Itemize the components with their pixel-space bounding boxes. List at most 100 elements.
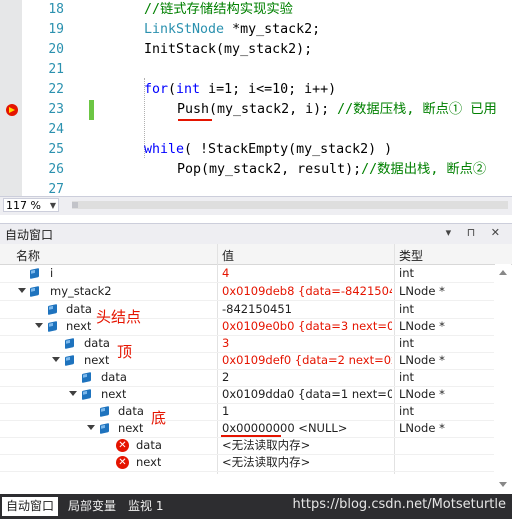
- code-line-20[interactable]: 20 InitStack(my_stack2);: [0, 40, 512, 60]
- code-line-21[interactable]: 21: [0, 60, 512, 80]
- row-type: LNode *: [399, 387, 445, 401]
- table-row[interactable]: next 0x0109e0b0 {data=3 next=0x01... LNo…: [0, 318, 494, 336]
- field-icon: [100, 406, 109, 417]
- code-comment: //数据压栈, 断点① 已用: [329, 102, 497, 117]
- tab-locals[interactable]: 局部变量: [64, 497, 120, 516]
- table-row[interactable]: ✕ data <无法读取内存>: [0, 437, 494, 455]
- expand-chevron-icon[interactable]: [35, 323, 43, 328]
- scroll-up-icon[interactable]: [499, 270, 507, 275]
- code-line-27[interactable]: 27: [0, 180, 512, 196]
- expand-chevron-icon[interactable]: [18, 288, 26, 293]
- row-name: next: [66, 319, 92, 333]
- row-name: data: [84, 336, 110, 350]
- row-name: next: [101, 387, 127, 401]
- row-value[interactable]: 0x0109dda0 {data=1 next=0x00...: [222, 386, 392, 403]
- code-editor[interactable]: 18 //链式存储结构实现实验 19 LinkStNode *my_stack2…: [0, 0, 512, 196]
- line-number: 24: [48, 122, 64, 137]
- column-header-value[interactable]: 值: [222, 247, 234, 264]
- table-row[interactable]: my_stack2 0x0109deb8 {data=-842150451 ..…: [0, 283, 494, 301]
- row-name: data: [136, 438, 162, 452]
- row-type: LNode *: [399, 353, 445, 367]
- annotation-head-node: 头结点: [96, 308, 142, 326]
- editor-status-bar: 117 % ▼: [0, 196, 512, 215]
- code-rest: i=1; i<=10; i++): [200, 82, 337, 97]
- row-value[interactable]: 2: [222, 369, 392, 386]
- code-line-19[interactable]: 19 LinkStNode *my_stack2;: [0, 20, 512, 40]
- row-type: int: [399, 266, 414, 280]
- row-value[interactable]: 1: [222, 403, 392, 420]
- zoom-select[interactable]: 117 % ▼: [3, 198, 59, 212]
- code-line-25[interactable]: 25 while( !StackEmpty(my_stack2) ): [0, 140, 512, 160]
- keyword-token: for: [144, 82, 169, 97]
- column-header-type[interactable]: 类型: [399, 247, 423, 264]
- line-number: 26: [48, 162, 64, 177]
- table-row[interactable]: i 4 int: [0, 265, 494, 283]
- row-type: int: [399, 404, 414, 418]
- code-line-23[interactable]: 23 Push(my_stack2, i); //数据压栈, 断点① 已用: [0, 100, 512, 121]
- vertical-scrollbar[interactable]: [495, 264, 511, 494]
- table-row[interactable]: data 1 int: [0, 403, 494, 421]
- code-line-18[interactable]: 18 //链式存储结构实现实验: [0, 0, 512, 20]
- line-number: 18: [48, 2, 64, 17]
- code-comment: //数据出栈, 断点②: [361, 162, 487, 177]
- autos-grid: 名称 值 类型 i 4 int my_stack2 0x0109deb8 {da…: [0, 244, 512, 494]
- field-icon: [82, 389, 91, 400]
- panel-title: 自动窗口: [5, 228, 54, 242]
- field-icon: [48, 304, 57, 315]
- code-text: LinkStNode *my_stack2;: [144, 20, 320, 40]
- row-name: my_stack2: [50, 284, 112, 298]
- tab-watch-1[interactable]: 监视 1: [124, 497, 167, 516]
- row-value[interactable]: <无法读取内存>: [222, 437, 392, 454]
- row-value[interactable]: 0x0109def0 {data=2 next=0x010...: [222, 352, 392, 369]
- row-name: next: [118, 421, 144, 435]
- code-rest: (: [168, 82, 177, 97]
- code-line-26[interactable]: 26 Pop(my_stack2, result);//数据出栈, 断点②: [0, 160, 512, 180]
- field-icon: [82, 372, 91, 383]
- row-value[interactable]: 4: [222, 265, 392, 282]
- row-value[interactable]: 0x0109e0b0 {data=3 next=0x01...: [222, 318, 392, 335]
- table-row[interactable]: data 3 int: [0, 335, 494, 353]
- expand-chevron-icon[interactable]: [87, 425, 95, 430]
- table-row[interactable]: data -842150451 int: [0, 301, 494, 319]
- code-text: //链式存储结构实现实验: [144, 2, 293, 17]
- code-rest: *my_stack2;: [224, 22, 321, 37]
- expand-chevron-icon[interactable]: [69, 391, 77, 396]
- breakpoint-arrow-icon[interactable]: [6, 104, 18, 116]
- table-row[interactable]: next 0x0109dda0 {data=1 next=0x00... LNo…: [0, 386, 494, 404]
- code-line-24[interactable]: 24: [0, 120, 512, 140]
- row-type: LNode *: [399, 421, 445, 435]
- scroll-down-icon[interactable]: [499, 482, 507, 487]
- tab-autos[interactable]: 自动窗口: [2, 497, 59, 516]
- table-row[interactable]: data 2 int: [0, 369, 494, 387]
- row-name: data: [66, 302, 92, 316]
- table-row[interactable]: next 0x0109def0 {data=2 next=0x010... LN…: [0, 352, 494, 370]
- error-icon: ✕: [116, 456, 129, 469]
- annotation-bottom: 底: [151, 409, 167, 427]
- row-type: LNode *: [399, 319, 445, 333]
- row-name: data: [101, 370, 127, 384]
- column-header-name[interactable]: 名称: [16, 247, 40, 264]
- row-value[interactable]: -842150451: [222, 301, 392, 318]
- code-call: Pop(my_stack2, result);: [177, 162, 362, 177]
- table-row[interactable]: ✕ next <无法读取内存>: [0, 454, 494, 472]
- scroll-arrow-left-icon[interactable]: [72, 202, 78, 208]
- code-line-22[interactable]: 22 for(int i=1; i<=10; i++): [0, 80, 512, 100]
- expand-chevron-icon[interactable]: [52, 357, 60, 362]
- field-icon: [100, 423, 109, 434]
- grid-header: 名称 值 类型: [0, 244, 512, 265]
- code-rest: ( !StackEmpty(my_stack2) ): [184, 142, 393, 157]
- field-icon: [30, 286, 39, 297]
- line-number: 25: [48, 142, 64, 157]
- field-icon: [48, 321, 57, 332]
- row-value[interactable]: <无法读取内存>: [222, 454, 392, 471]
- row-value[interactable]: 3: [222, 335, 392, 352]
- line-number: 22: [48, 82, 64, 97]
- field-icon: [65, 338, 74, 349]
- row-value[interactable]: 0x0109deb8 {data=-842150451 ...: [222, 283, 392, 300]
- code-text: InitStack(my_stack2);: [144, 42, 313, 57]
- row-name: data: [118, 404, 144, 418]
- horizontal-scrollbar[interactable]: [72, 201, 508, 209]
- code-text: Pop(my_stack2, result);//数据出栈, 断点②: [177, 160, 486, 180]
- keyword-token: int: [176, 82, 201, 97]
- panel-controls[interactable]: ▾ ⊓ ✕: [446, 226, 506, 239]
